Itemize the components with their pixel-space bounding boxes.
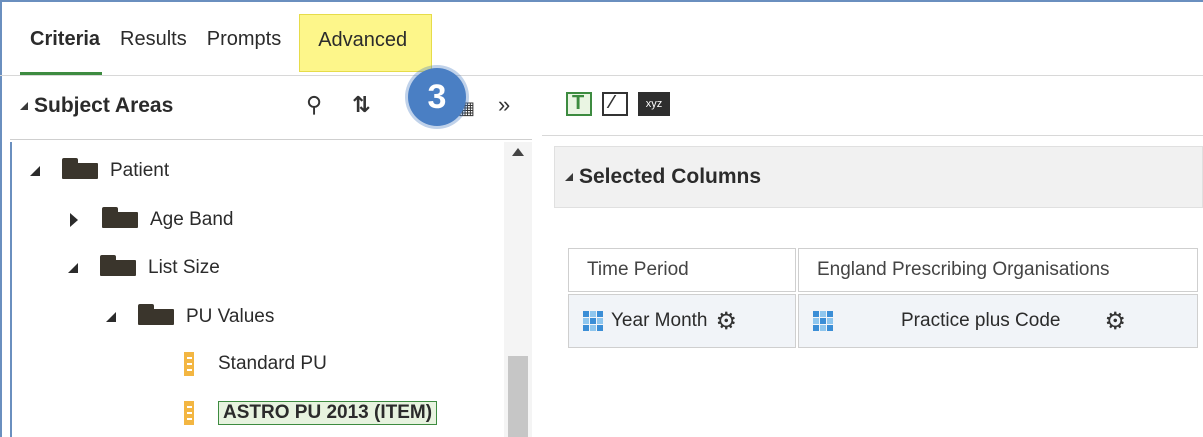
scroll-up-arrow-icon[interactable] xyxy=(512,148,524,156)
selected-columns-header: Selected Columns xyxy=(554,146,1203,208)
column-value-label: Year Month xyxy=(611,310,708,331)
expanded-arrow-icon[interactable] xyxy=(106,312,116,322)
expanded-arrow-icon[interactable] xyxy=(68,263,78,273)
tab-criteria-label: Criteria xyxy=(30,28,101,50)
column-header[interactable]: Time Period xyxy=(568,248,796,292)
gear-icon[interactable]: ⚙ xyxy=(715,307,737,336)
search-icon[interactable]: ⚲ xyxy=(306,92,322,118)
collapse-triangle-icon xyxy=(565,173,573,181)
column-value[interactable]: Practice plus Code ⚙ xyxy=(798,294,1198,348)
step-badge: 3 xyxy=(408,68,466,126)
attribute-column-icon xyxy=(583,311,603,331)
measure-column-icon xyxy=(184,401,194,425)
tree-node-astro-pu[interactable]: ASTRO PU 2013 (ITEM) xyxy=(184,398,438,428)
xyz-icon[interactable]: xyz xyxy=(638,92,670,116)
column-header[interactable]: England Prescribing Organisations xyxy=(798,248,1198,292)
tab-criteria[interactable]: Criteria xyxy=(20,0,110,76)
column-value[interactable]: Year Month ⚙ xyxy=(568,294,796,348)
collapsed-arrow-icon[interactable] xyxy=(70,213,78,227)
selected-columns-title[interactable]: Selected Columns xyxy=(565,165,761,189)
subject-tree: Patient Age Band List Size PU Values Sta… xyxy=(10,142,504,437)
filter-icon[interactable] xyxy=(566,92,592,116)
tab-divider xyxy=(0,75,1203,76)
subject-areas-panel: Subject Areas ⚲ ⇅ ▦ » 3 Patient Age Band… xyxy=(10,68,532,437)
tab-results[interactable]: Results xyxy=(110,0,197,76)
criteria-panel: xyz Selected Columns Time Period Year Mo… xyxy=(542,78,1203,437)
xyz-label: xyz xyxy=(645,98,663,110)
edit-formula-icon[interactable] xyxy=(602,92,628,116)
subject-areas-label: Subject Areas xyxy=(34,94,174,117)
subject-areas-header: Subject Areas ⚲ ⇅ ▦ » 3 xyxy=(10,68,532,140)
column-value-label: Practice plus Code xyxy=(901,310,1061,331)
tree-scrollbar[interactable] xyxy=(504,142,532,437)
column-header-label: England Prescribing Organisations xyxy=(817,259,1110,280)
folder-icon xyxy=(138,304,174,325)
folder-icon xyxy=(102,207,138,228)
subject-areas-title[interactable]: Subject Areas xyxy=(20,94,173,118)
tree-node-standard-pu[interactable]: Standard PU xyxy=(184,349,327,379)
tree-node-list-size[interactable]: List Size xyxy=(68,253,220,283)
attribute-column-icon xyxy=(813,311,833,331)
tab-advanced[interactable]: Advanced xyxy=(299,14,433,72)
column-header-label: Time Period xyxy=(587,259,689,280)
tab-prompts[interactable]: Prompts xyxy=(197,0,291,76)
tree-node-pu-values[interactable]: PU Values xyxy=(106,302,274,332)
selected-columns-list: Time Period Year Month ⚙ England Prescri… xyxy=(568,248,1200,348)
sort-icon[interactable]: ⇅ xyxy=(352,92,370,118)
tab-prompts-label: Prompts xyxy=(206,28,282,50)
column-prescribing-orgs[interactable]: England Prescribing Organisations Practi… xyxy=(798,248,1198,348)
tab-results-label: Results xyxy=(120,28,187,50)
expanded-arrow-icon[interactable] xyxy=(30,166,40,176)
collapse-panel-icon[interactable]: » xyxy=(498,92,510,118)
tree-node-age-band[interactable]: Age Band xyxy=(70,205,233,235)
measure-column-icon xyxy=(184,352,194,376)
folder-icon xyxy=(100,255,136,276)
scrollbar-thumb[interactable] xyxy=(508,356,528,437)
tree-label-patient: Patient xyxy=(110,160,170,181)
tree-label-astro-pu: ASTRO PU 2013 (ITEM) xyxy=(218,401,438,425)
tree-label-pu-values: PU Values xyxy=(186,306,275,327)
tree-node-patient[interactable]: Patient xyxy=(30,156,169,186)
collapse-triangle-icon xyxy=(20,102,28,110)
tree-label-list-size: List Size xyxy=(148,257,220,278)
tree-label-standard-pu: Standard PU xyxy=(218,353,327,374)
tab-bar: Criteria Results Prompts Advanced xyxy=(20,0,433,76)
selected-columns-label: Selected Columns xyxy=(579,165,762,188)
gear-icon[interactable]: ⚙ xyxy=(1104,307,1126,336)
column-time-period[interactable]: Time Period Year Month ⚙ xyxy=(568,248,796,348)
tree-label-age-band: Age Band xyxy=(150,209,234,230)
tab-advanced-label: Advanced xyxy=(318,29,408,51)
folder-icon xyxy=(62,158,98,179)
criteria-toolbar: xyz xyxy=(542,78,1203,136)
